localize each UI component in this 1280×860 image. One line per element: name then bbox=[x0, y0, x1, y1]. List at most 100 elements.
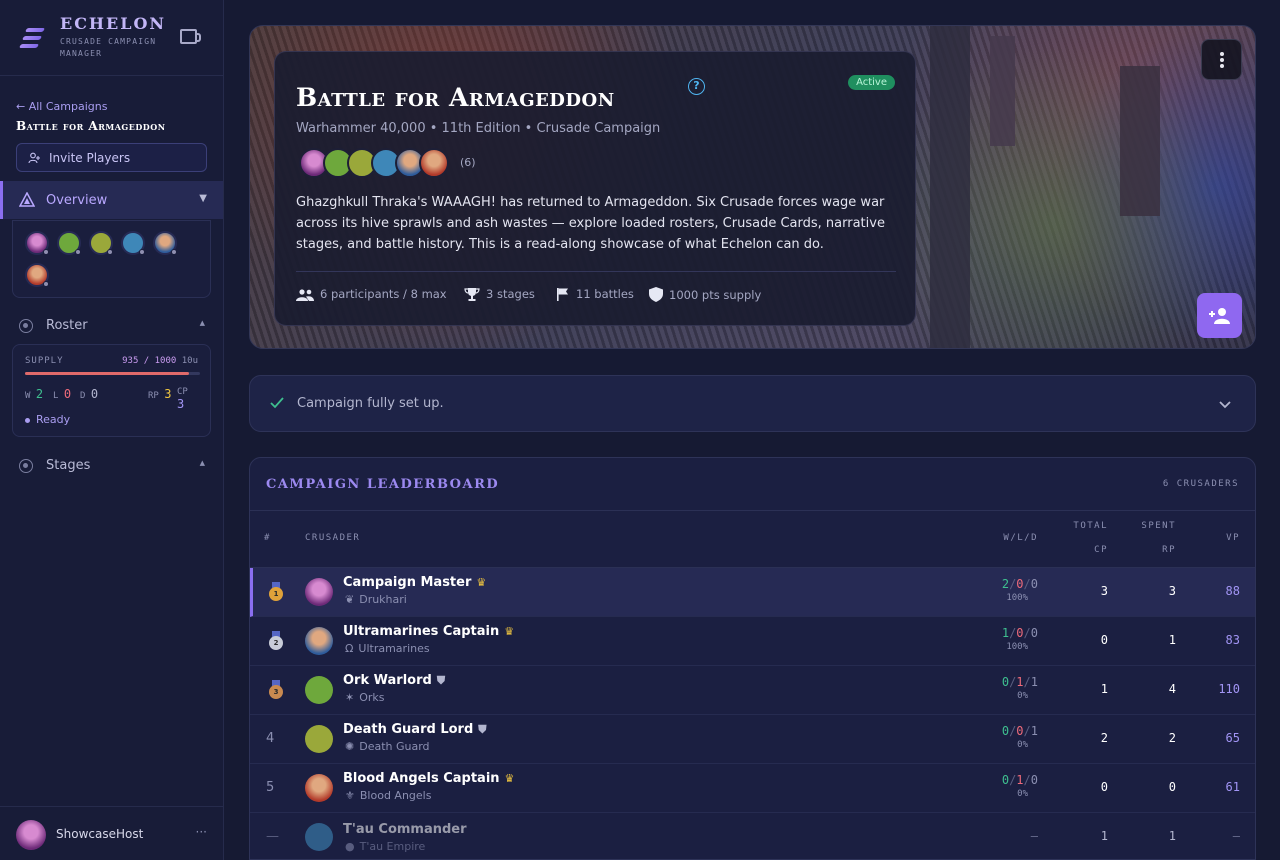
status-dot bbox=[75, 249, 81, 255]
user-name: ShowcaseHost bbox=[56, 827, 144, 841]
total-cp: 1 bbox=[1100, 682, 1108, 696]
total-cp: 3 bbox=[1100, 584, 1108, 598]
gold-medal-icon: 1 bbox=[268, 582, 284, 602]
bronze-medal-icon: 3 bbox=[268, 680, 284, 700]
header-total[interactable]: TOTAL bbox=[1040, 521, 1108, 531]
header-cp[interactable]: CP bbox=[1040, 545, 1108, 555]
more-icon[interactable]: ··· bbox=[196, 825, 207, 839]
table-row[interactable]: 2 Ultramarines Captain ♛ Ω Ultramarines 1/… bbox=[250, 617, 1255, 666]
crown-icon: ♛ bbox=[476, 576, 487, 589]
coffee-cup-icon[interactable] bbox=[180, 29, 201, 44]
avatar[interactable] bbox=[16, 820, 46, 850]
roster-status: Ready bbox=[25, 413, 70, 426]
rank: 5 bbox=[266, 780, 275, 795]
avatar[interactable] bbox=[89, 231, 113, 255]
sidebar: ECHELON CRUSADE CAMPAIGN MANAGER ← All C… bbox=[0, 0, 224, 860]
table-row[interactable]: 5 Blood Angels Captain ♛ ⚜ Blood Angels 0/… bbox=[250, 764, 1255, 813]
supply-stat: 1000 pts supply bbox=[649, 287, 761, 302]
echelon-logo-icon[interactable] bbox=[18, 26, 46, 50]
roster-summary-panel: SUPPLY 935 / 1000 10u W 2 L 0 D 0 RP 3 C… bbox=[12, 344, 211, 437]
win-rate: 0% bbox=[1017, 691, 1028, 701]
avatar[interactable] bbox=[25, 263, 49, 287]
add-participant-button[interactable] bbox=[1197, 293, 1242, 338]
victory-points: 83 bbox=[1225, 633, 1240, 647]
crown-icon: ♛ bbox=[504, 772, 515, 785]
table-row[interactable]: 1 Campaign Master ♛ ❦ Drukhari 2/0/0 100% … bbox=[250, 568, 1255, 617]
setup-label: Campaign fully set up. bbox=[297, 396, 444, 411]
stages-icon bbox=[19, 459, 33, 473]
header-rp[interactable]: RP bbox=[1110, 545, 1176, 555]
brand-name: ECHELON bbox=[60, 14, 167, 33]
shield-icon: ⛊ bbox=[478, 723, 487, 736]
invite-players-button[interactable]: Invite Players bbox=[16, 143, 207, 172]
avatar[interactable] bbox=[57, 231, 81, 255]
crusader-count: 6 CRUSADERS bbox=[1162, 479, 1239, 489]
wins-stat: W 2 bbox=[25, 387, 44, 401]
campaign-subtitle: Warhammer 40,000 • 11th Edition • Crusad… bbox=[296, 121, 661, 136]
table-row[interactable]: — T'au Commander ● T'au Empire — 1 1 — bbox=[250, 813, 1255, 859]
dot bbox=[1220, 58, 1224, 62]
faction-icon: ● bbox=[345, 840, 355, 853]
nav-stages[interactable]: Stages ▲ bbox=[0, 450, 223, 480]
spent-rp: 0 bbox=[1168, 780, 1176, 794]
crusader-name: Campaign Master ♛ bbox=[343, 575, 487, 590]
avatar[interactable] bbox=[121, 231, 145, 255]
divider bbox=[296, 271, 896, 272]
table-row[interactable]: 4 Death Guard Lord ⛊ ✺ Death Guard 0/0/1 0… bbox=[250, 715, 1255, 764]
table-row[interactable]: 3 Ork Warlord ⛊ ✶ Orks 0/1/1 0% 1 4 110 bbox=[250, 666, 1255, 715]
avatar bbox=[305, 774, 333, 802]
header-crusader[interactable]: CRUSADER bbox=[305, 533, 360, 543]
crown-icon: ♛ bbox=[504, 625, 515, 638]
shield-icon bbox=[649, 287, 663, 302]
victory-points: — bbox=[1232, 829, 1240, 843]
crusader-faction: ⚜ Blood Angels bbox=[345, 789, 432, 802]
wld-record: 0/0/1 bbox=[1001, 724, 1038, 738]
victory-points: 61 bbox=[1225, 780, 1240, 794]
stages-stat: 3 stages bbox=[464, 287, 535, 301]
chevron-down-icon[interactable]: ▼ bbox=[199, 193, 207, 204]
header-wld[interactable]: W/L/D bbox=[950, 533, 1038, 543]
silver-medal-icon: 2 bbox=[268, 631, 284, 651]
rank: — bbox=[266, 829, 279, 844]
leaderboard-title: CAMPAIGN LEADERBOARD bbox=[266, 477, 500, 492]
caret-icon[interactable]: ▲ bbox=[200, 319, 205, 327]
avatar[interactable] bbox=[419, 148, 449, 178]
win-rate: 100% bbox=[1006, 642, 1028, 652]
campaign-hero-banner: Battle for Armageddon ? Active Warhammer… bbox=[249, 25, 1256, 349]
total-cp: 0 bbox=[1100, 633, 1108, 647]
faction-icon: ✺ bbox=[345, 740, 355, 753]
avatar bbox=[305, 823, 333, 851]
avatar[interactable] bbox=[153, 231, 177, 255]
user-footer[interactable]: ShowcaseHost ··· bbox=[0, 806, 223, 860]
wld-record: 1/0/0 bbox=[1001, 626, 1038, 640]
faction-icon: ✶ bbox=[345, 691, 355, 704]
campaign-setup-status[interactable]: Campaign fully set up. bbox=[249, 375, 1256, 432]
faction-icon: Ω bbox=[345, 642, 354, 655]
header-vp[interactable]: VP bbox=[1170, 533, 1240, 543]
dot bbox=[1220, 52, 1224, 56]
caret-icon[interactable]: ▲ bbox=[200, 459, 205, 467]
win-rate: 0% bbox=[1017, 789, 1028, 799]
more-menu-button[interactable] bbox=[1201, 39, 1242, 80]
status-badge: Active bbox=[848, 75, 895, 90]
nav-overview[interactable]: Overview ▼ bbox=[0, 181, 223, 219]
avatar bbox=[305, 627, 333, 655]
chevron-down-icon[interactable] bbox=[1219, 398, 1231, 410]
avatar bbox=[305, 676, 333, 704]
crusader-faction: ● T'au Empire bbox=[345, 840, 426, 853]
crusader-faction: Ω Ultramarines bbox=[345, 642, 430, 655]
all-campaigns-link[interactable]: ← All Campaigns bbox=[16, 100, 107, 113]
campaign-leaderboard: CAMPAIGN LEADERBOARD 6 CRUSADERS # CRUSA… bbox=[249, 457, 1256, 860]
help-icon[interactable]: ? bbox=[688, 78, 705, 95]
shield-icon: ⛊ bbox=[436, 674, 446, 687]
status-dot bbox=[107, 249, 113, 255]
hero-art-tower bbox=[930, 26, 970, 348]
avatar[interactable] bbox=[25, 231, 49, 255]
nav-roster[interactable]: Roster ▲ bbox=[0, 310, 223, 340]
hero-art-tower bbox=[1120, 66, 1160, 216]
total-cp: 0 bbox=[1100, 780, 1108, 794]
header-rank: # bbox=[264, 533, 271, 543]
users-icon bbox=[296, 289, 314, 301]
header-spent[interactable]: SPENT bbox=[1110, 521, 1176, 531]
crusader-name: Ultramarines Captain ♛ bbox=[343, 624, 515, 639]
